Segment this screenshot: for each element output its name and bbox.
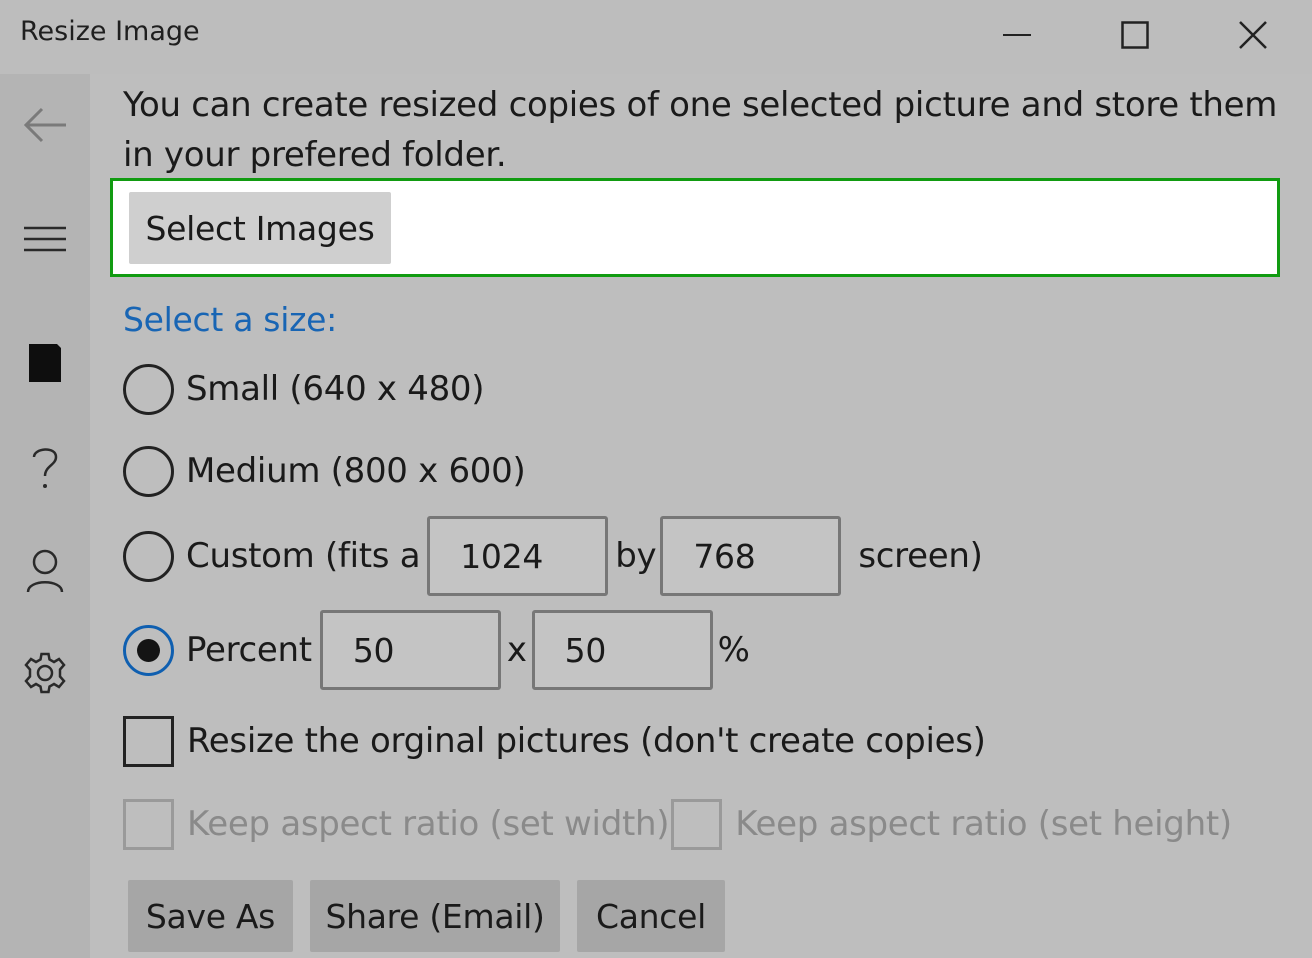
size-section-label: Select a size: (123, 300, 337, 339)
radio-small[interactable] (123, 363, 174, 415)
percent-label: Percent (186, 630, 312, 670)
radio-custom[interactable] (123, 530, 174, 582)
resize-original-label: Resize the orginal pictures (don't creat… (187, 721, 986, 761)
size-option-percent[interactable]: Percent 50 x 50 % (123, 610, 750, 690)
nav-item-account[interactable] (0, 538, 90, 608)
close-button[interactable] (1194, 0, 1312, 70)
keep-aspect-options: Keep aspect ratio (set width) Keep aspec… (123, 794, 1232, 854)
back-button[interactable] (0, 92, 90, 162)
cancel-button[interactable]: Cancel (577, 880, 725, 952)
custom-prefix-label: Custom (fits a (186, 536, 421, 576)
hamburger-menu-icon (24, 225, 66, 257)
percent-width-input[interactable]: 50 (319, 610, 501, 690)
percent-x-label: x (506, 630, 527, 670)
title-bar: Resize Image (0, 0, 1312, 74)
nav-item-document[interactable] (0, 330, 90, 400)
gear-icon (23, 651, 67, 699)
nav-item-settings[interactable] (0, 640, 90, 710)
main-content: You can create resized copies of one sel… (90, 74, 1312, 958)
maximize-icon (1121, 21, 1149, 49)
percent-suffix-label: % (717, 630, 750, 670)
back-arrow-icon (22, 105, 68, 149)
select-images-container: Select Images (110, 178, 1280, 277)
radio-percent[interactable] (123, 624, 174, 676)
share-email-button[interactable]: Share (Email) (310, 880, 560, 952)
keep-aspect-width-checkbox[interactable] (123, 798, 174, 850)
maximize-button[interactable] (1076, 0, 1194, 70)
menu-button[interactable] (0, 206, 90, 276)
person-icon (25, 549, 65, 597)
keep-aspect-height-checkbox[interactable] (671, 798, 723, 850)
custom-suffix-label: screen) (858, 536, 983, 576)
custom-by-label: by (615, 536, 657, 576)
size-option-custom[interactable]: Custom (fits a 1024 by 768 screen) (123, 516, 983, 596)
minimize-icon (1003, 33, 1031, 37)
percent-height-input[interactable]: 50 (531, 610, 713, 690)
keep-aspect-width-label: Keep aspect ratio (set width) (187, 804, 670, 844)
save-as-button[interactable]: Save As (128, 880, 293, 952)
radio-medium[interactable] (123, 445, 174, 497)
navigation-pane (0, 74, 90, 958)
nav-item-help[interactable] (0, 434, 90, 504)
minimize-button[interactable] (958, 0, 1076, 70)
window-title: Resize Image (20, 16, 200, 47)
help-icon (30, 444, 60, 494)
size-option-small-label: Small (640 x 480) (186, 369, 485, 409)
size-option-small[interactable]: Small (640 x 480) (123, 359, 485, 419)
size-option-medium-label: Medium (800 x 600) (186, 451, 526, 491)
size-option-medium[interactable]: Medium (800 x 600) (123, 441, 526, 501)
resize-original-checkbox[interactable] (123, 715, 174, 767)
document-icon (28, 343, 62, 387)
keep-aspect-height-label: Keep aspect ratio (set height) (735, 804, 1232, 844)
intro-text: You can create resized copies of one sel… (123, 85, 1278, 175)
close-icon (1238, 20, 1268, 50)
custom-width-input[interactable]: 1024 (427, 516, 609, 596)
custom-height-input[interactable]: 768 (660, 516, 842, 596)
resize-original-option[interactable]: Resize the orginal pictures (don't creat… (123, 711, 986, 771)
select-images-button[interactable]: Select Images (129, 192, 391, 264)
